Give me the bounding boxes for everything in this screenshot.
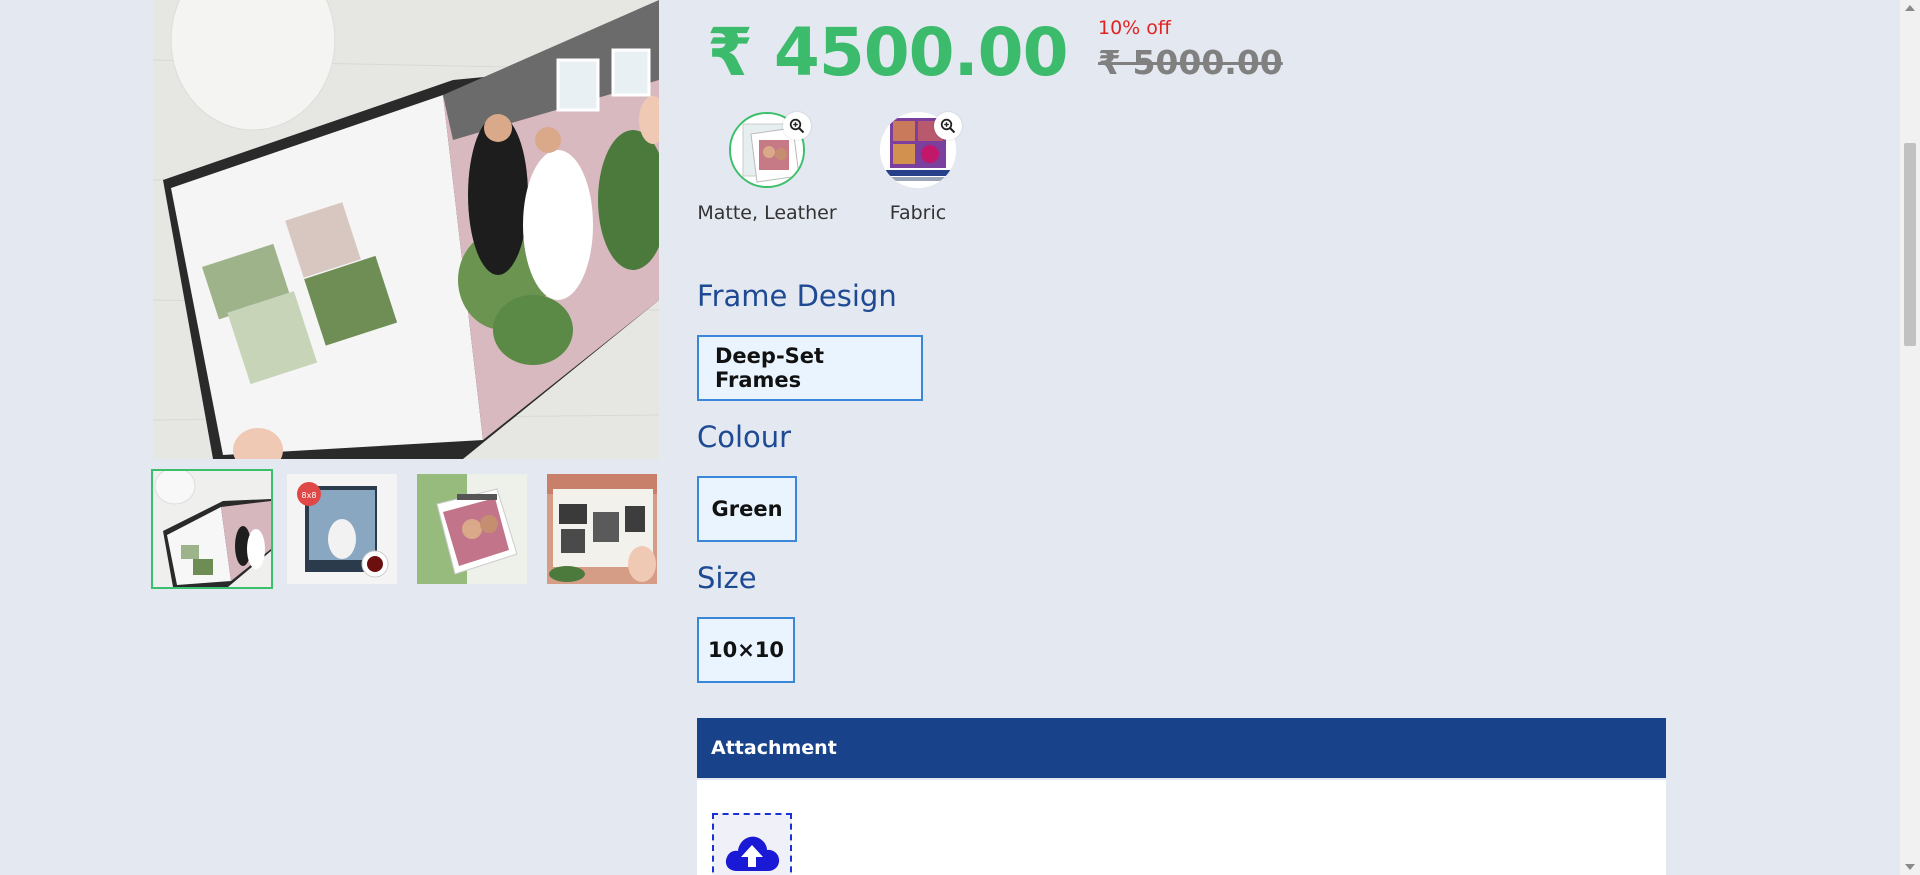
upload-dropzone[interactable] [712,813,792,875]
colour-option[interactable]: Green [697,476,797,542]
finish-label: Matte, Leather [697,202,837,224]
finish-swatch[interactable] [880,112,962,188]
frame-design-option[interactable]: Deep-Set Frames [697,335,923,401]
main-product-image[interactable] [153,0,659,459]
cloud-upload-icon [725,836,780,871]
scroll-up-arrow[interactable] [1905,5,1915,11]
frame-design-title: Frame Design [697,279,897,313]
scroll-thumb[interactable] [1904,143,1916,346]
scroll-down-arrow[interactable] [1905,864,1915,870]
finish-option-fabric[interactable]: Fabric [843,112,993,224]
zoom-in-icon[interactable] [934,112,962,140]
gallery-thumbnail[interactable] [151,469,273,589]
page-scrollbar[interactable] [1900,0,1920,875]
size-title: Size [697,561,757,595]
attachment-header: Attachment [697,718,1666,778]
finish-label: Fabric [889,202,947,224]
gallery-thumbnail[interactable]: 8x8 [287,474,397,584]
zoom-in-icon[interactable] [783,112,811,140]
colour-title: Colour [697,420,792,454]
size-option[interactable]: 10×10 [697,617,795,683]
current-price: ₹ 4500.00 [707,14,1069,91]
size-badge: 8x8 [302,491,317,500]
discount-label: 10% off [1098,17,1171,39]
finish-option-matte-leather[interactable]: Matte, Leather [692,112,842,224]
original-price: ₹ 5000.00 [1098,43,1283,82]
finish-swatch[interactable] [729,112,811,188]
gallery-thumbnail[interactable] [417,474,527,584]
product-page: 8x8 ₹ 4500.00 10% off ₹ 5000.00 Matte, L… [0,0,1920,875]
attachment-panel [697,780,1666,875]
gallery-thumbnail[interactable] [547,474,657,584]
